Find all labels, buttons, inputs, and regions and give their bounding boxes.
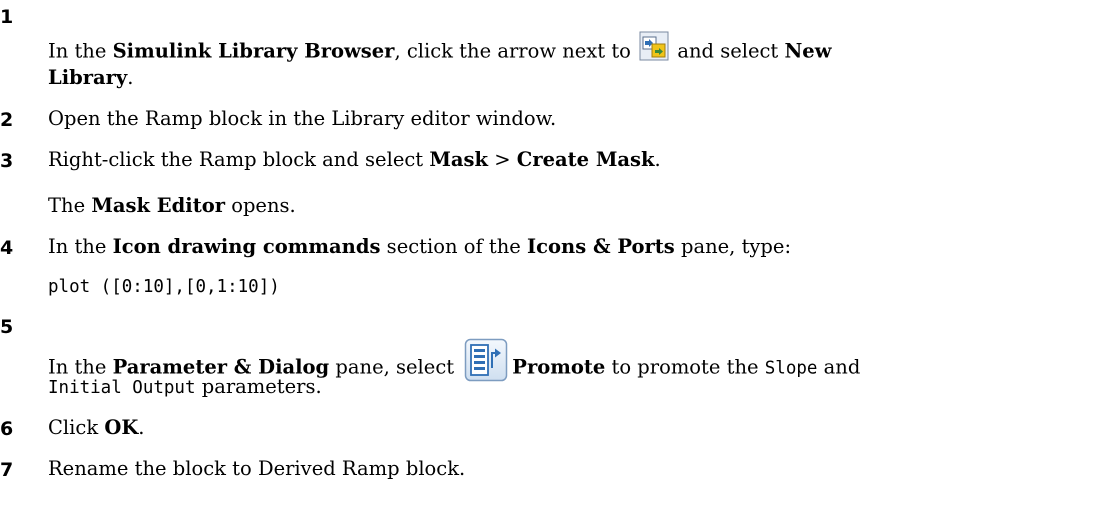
step-1-text: . [127, 66, 134, 89]
step-1-text: and select [671, 39, 785, 63]
step-3-text: Right-click the Ramp block and select [48, 148, 430, 171]
step-4-line-1: In the Icon drawing commands section of … [48, 233, 791, 260]
step-4-text: section of the [380, 235, 528, 258]
step-number-3: 3 [0, 150, 14, 172]
new-library-icon[interactable] [639, 31, 669, 61]
mask-menu-label: Mask [429, 148, 489, 171]
code-snippet: plot ([0:10],[0,1:10]) [48, 277, 280, 297]
slope-param: Slope [764, 358, 818, 379]
step-1-text: In the [48, 39, 113, 63]
step-6-text-part: . [138, 416, 145, 439]
step-5-text: to promote the [605, 355, 765, 379]
step-2-text: Open the Ramp block in the Library edito… [48, 107, 557, 130]
step-4-text: In the [48, 235, 113, 258]
mask-editor-label: Mask Editor [91, 194, 226, 217]
step-7-text: Rename the block to Derived Ramp block. [48, 457, 466, 480]
step-3-text: . [654, 148, 661, 171]
step-3-line-1: Right-click the Ramp block and select Ma… [48, 146, 661, 173]
new-library-label: New [784, 39, 832, 63]
step-4-text: pane, type: [674, 235, 792, 258]
ok-label: OK [104, 416, 139, 439]
step-6-text: Click OK. [48, 414, 144, 441]
step-3-subtext: The Mask Editor opens. [48, 192, 296, 219]
step-5-text: and [817, 355, 861, 379]
step-number-5: 5 [0, 316, 14, 338]
step-5-text: pane, select [329, 355, 461, 379]
step-1-line-1: In the Simulink Library Browser, click t… [48, 31, 832, 67]
step-number-2: 2 [0, 109, 14, 131]
step-number-7: 7 [0, 459, 14, 481]
step-6-text-part: Click [48, 416, 105, 439]
initial-output-param: Initial Output [48, 378, 196, 398]
step-number-6: 6 [0, 418, 14, 440]
step-1-line-2: Library. [48, 64, 133, 91]
simulink-library-browser-label: Simulink Library Browser [112, 39, 395, 63]
step-5-text: parameters. [195, 375, 322, 398]
step-number-4: 4 [0, 237, 14, 259]
step-3-text: The [48, 194, 92, 217]
step-1-text: , click the arrow next to [394, 39, 638, 63]
icons-ports-label: Icons & Ports [527, 235, 675, 258]
step-5-line-2: Initial Output parameters. [48, 373, 322, 402]
create-mask-label: Create Mask [516, 148, 655, 171]
promote-icon[interactable] [464, 338, 508, 382]
promote-label: Promote [512, 355, 606, 379]
step-number-1: 1 [0, 6, 14, 28]
step-3-text: opens. [225, 194, 296, 217]
icon-drawing-commands-label: Icon drawing commands [112, 235, 381, 258]
new-library-label: Library [48, 66, 128, 89]
step-3-text: > [488, 148, 517, 171]
